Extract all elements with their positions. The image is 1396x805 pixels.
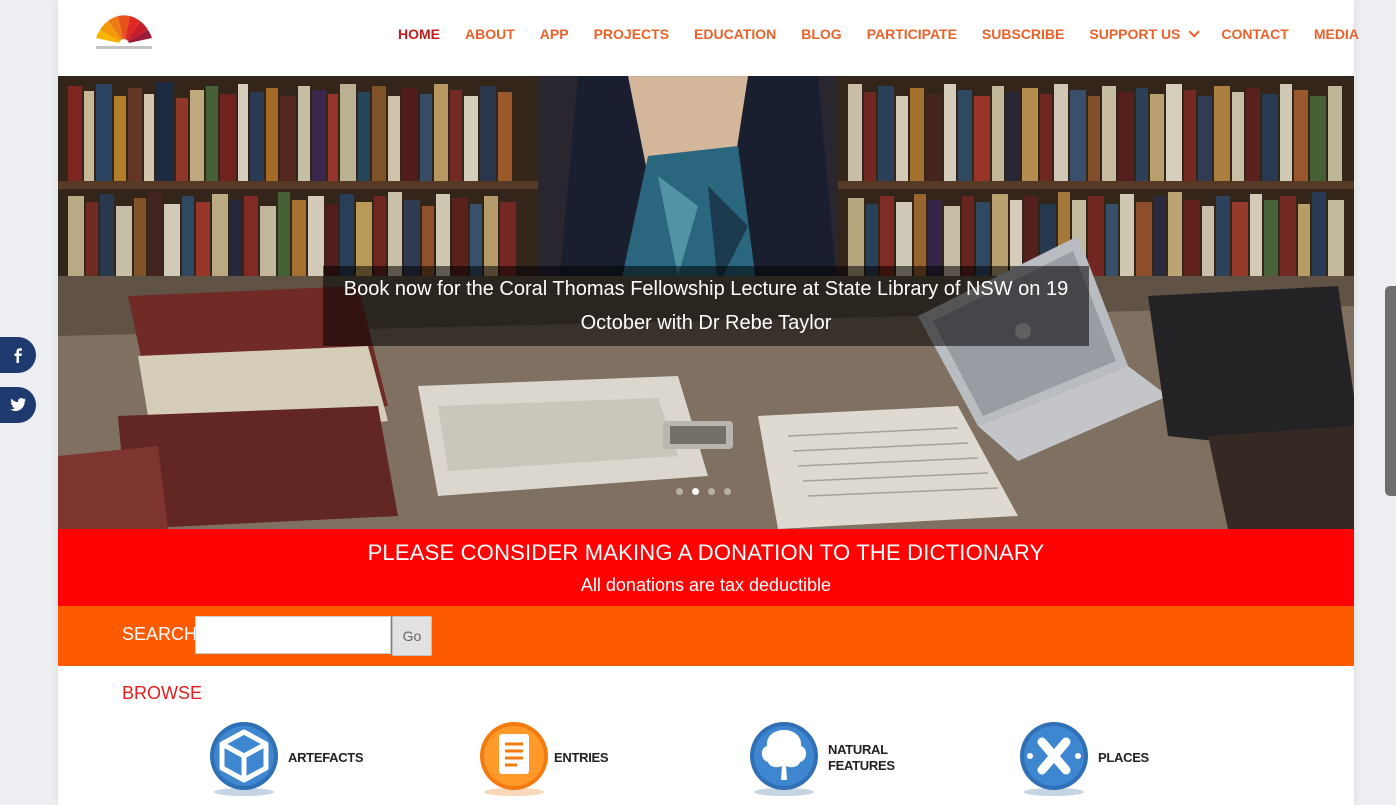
- facebook-icon: [14, 348, 22, 363]
- search-go-button[interactable]: Go: [392, 616, 432, 656]
- nav-blog[interactable]: BLOG: [801, 26, 841, 42]
- scrollbar-thumb[interactable]: [1385, 286, 1396, 496]
- browse-heading: BROWSE: [122, 683, 203, 703]
- slider-dot-2[interactable]: [692, 488, 699, 495]
- nav-participate-label: PARTICIPATE: [866, 26, 957, 42]
- site-logo[interactable]: [94, 14, 154, 52]
- nav-projects-label: PROJECTS: [593, 26, 670, 42]
- nav-subscribe-label: SUBSCRIBE: [981, 26, 1065, 42]
- main-nav: HOME ABOUT APP PROJECTS EDUCATION BLOG P…: [398, 22, 1359, 46]
- site-header: HOME ABOUT APP PROJECTS EDUCATION BLOG P…: [58, 0, 1359, 76]
- tree-icon: [750, 722, 818, 796]
- nav-about[interactable]: ABOUT: [465, 26, 515, 42]
- twitter-share-button[interactable]: [0, 387, 36, 423]
- nav-projects[interactable]: PROJECTS: [594, 26, 669, 42]
- browse-artefacts-label: ARTEFACTS: [288, 750, 364, 765]
- nav-blog-label: BLOG: [801, 26, 842, 42]
- search-input[interactable]: [195, 616, 391, 654]
- nav-contact[interactable]: CONTACT: [1221, 26, 1288, 42]
- chevron-down-icon: [1188, 26, 1201, 38]
- browse-places[interactable]: PLACES: [1016, 716, 1149, 800]
- browse-entries-label: ENTRIES: [554, 750, 609, 765]
- browse-natural-features[interactable]: NATURAL FEATURES: [746, 716, 895, 800]
- search-label: SEARCH: [122, 624, 198, 644]
- slider-pagination: [676, 488, 731, 495]
- hero-slider[interactable]: Book now for the Coral Thomas Fellowship…: [58, 76, 1354, 529]
- nav-education[interactable]: EDUCATION: [694, 26, 776, 42]
- browse-natural-features-label: NATURAL FEATURES: [828, 742, 895, 774]
- browse-artefacts[interactable]: ARTEFACTS: [206, 716, 364, 800]
- page-container: HOME ABOUT APP PROJECTS EDUCATION BLOG P…: [58, 0, 1359, 805]
- browse-entries[interactable]: ENTRIES: [476, 716, 609, 800]
- slider-dot-1[interactable]: [676, 488, 683, 495]
- nav-support-us[interactable]: SUPPORT US: [1089, 26, 1201, 42]
- nav-app-label: APP: [539, 26, 569, 42]
- nav-app[interactable]: APP: [540, 26, 569, 42]
- cube-icon: [210, 722, 278, 796]
- nav-education-label: EDUCATION: [694, 26, 777, 42]
- nav-subscribe[interactable]: SUBSCRIBE: [982, 26, 1064, 42]
- browse-places-label: PLACES: [1098, 750, 1149, 765]
- nav-support-us-label: SUPPORT US: [1089, 26, 1181, 42]
- search-bar: SEARCH Go: [58, 606, 1354, 666]
- slide-caption-text: Book now for the Coral Thomas Fellowship…: [343, 278, 1069, 334]
- nav-home[interactable]: HOME: [398, 26, 440, 42]
- browse-natural-label-2: FEATURES: [828, 758, 895, 773]
- slider-dot-3[interactable]: [708, 488, 715, 495]
- browse-natural-label-1: NATURAL: [828, 742, 888, 757]
- twitter-icon: [10, 398, 26, 411]
- donation-title[interactable]: PLEASE CONSIDER MAKING A DONATION TO THE…: [58, 540, 1354, 566]
- nav-home-label: HOME: [398, 26, 440, 42]
- document-icon: [480, 722, 548, 796]
- facebook-share-button[interactable]: [0, 337, 36, 373]
- donation-subtitle: All donations are tax deductible: [580, 575, 832, 595]
- nav-participate[interactable]: PARTICIPATE: [867, 26, 957, 42]
- nav-contact-label: CONTACT: [1221, 26, 1289, 42]
- nav-media-label: MEDIA: [1313, 26, 1359, 42]
- nav-about-label: ABOUT: [465, 26, 515, 42]
- slide-caption[interactable]: Book now for the Coral Thomas Fellowship…: [323, 266, 1089, 346]
- nav-media[interactable]: MEDIA: [1314, 26, 1359, 42]
- slider-dot-4[interactable]: [724, 488, 731, 495]
- donation-banner[interactable]: PLEASE CONSIDER MAKING A DONATION TO THE…: [58, 529, 1354, 606]
- cross-icon: [1020, 722, 1088, 796]
